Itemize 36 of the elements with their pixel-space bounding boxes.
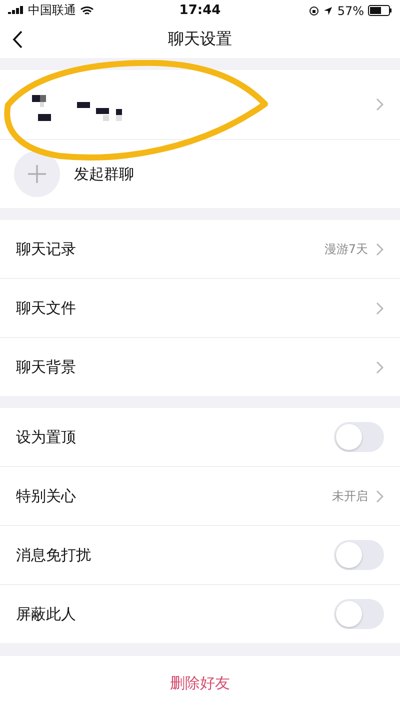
chevron-icon bbox=[376, 302, 384, 315]
page-title: 聊天设置 bbox=[168, 29, 232, 50]
row-label: 聊天背景 bbox=[16, 358, 76, 377]
wifi-icon bbox=[80, 6, 94, 16]
row-label: 屏蔽此人 bbox=[16, 604, 76, 624]
settings-row[interactable]: 特别关心 未开启 bbox=[0, 466, 400, 526]
toggle-switch[interactable] bbox=[334, 540, 384, 570]
row-label: 聊天文件 bbox=[16, 298, 76, 318]
carrier-name: 中国联通 bbox=[28, 2, 76, 20]
battery-percent: 57% bbox=[337, 4, 364, 18]
battery-icon bbox=[368, 5, 392, 16]
row-label: 设为置顶 bbox=[16, 428, 76, 447]
row-label: 特别关心 bbox=[16, 486, 76, 506]
settings-row[interactable]: 消息免打扰 bbox=[0, 525, 400, 584]
settings-row[interactable]: 聊天背景 bbox=[0, 337, 400, 396]
signal-icon bbox=[8, 6, 24, 16]
row-label: 聊天记录 bbox=[16, 240, 76, 259]
chevron-icon bbox=[376, 242, 384, 256]
back-icon bbox=[12, 30, 23, 50]
row-value: 未开启 bbox=[332, 488, 368, 505]
plus-icon bbox=[14, 151, 60, 198]
settings-row[interactable]: 聊天记录 漫游7天 bbox=[0, 220, 400, 278]
chevron-icon bbox=[376, 360, 384, 374]
lock-rotation-icon bbox=[309, 6, 320, 16]
delete-friend-button[interactable]: 删除好友 bbox=[0, 656, 400, 711]
clock-time: 17:44 bbox=[179, 3, 221, 18]
location-icon bbox=[323, 6, 334, 16]
settings-row[interactable]: 聊天文件 bbox=[0, 278, 400, 338]
row-label: 消息免打扰 bbox=[16, 546, 91, 565]
chevron-icon bbox=[376, 98, 384, 112]
settings-row[interactable]: 设为置顶 bbox=[0, 408, 400, 466]
toggle-switch[interactable] bbox=[334, 599, 384, 630]
row-value: 漫游7天 bbox=[324, 240, 368, 258]
settings-row[interactable]: 屏蔽此人 bbox=[0, 584, 400, 644]
chevron-icon bbox=[376, 490, 384, 503]
toggle-switch[interactable] bbox=[334, 422, 384, 452]
